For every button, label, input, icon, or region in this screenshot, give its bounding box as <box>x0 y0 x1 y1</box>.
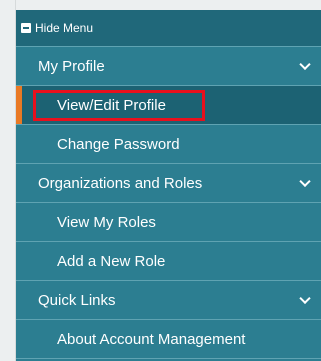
menu-item-change-password[interactable]: Change Password <box>16 125 321 164</box>
section-my-profile[interactable]: My Profile <box>16 47 321 86</box>
menu-item-label: View My Roles <box>57 213 156 231</box>
section-label: Quick Links <box>38 291 116 309</box>
menu-item-add-new-role[interactable]: Add a New Role <box>16 242 321 281</box>
hide-menu-label: Hide Menu <box>35 21 94 35</box>
section-label: Organizations and Roles <box>38 174 203 192</box>
section-label: My Profile <box>38 57 105 75</box>
menu-item-label: Change Password <box>57 135 180 153</box>
menu-item-label: View/Edit Profile <box>57 96 166 114</box>
chevron-down-icon[interactable] <box>299 292 311 305</box>
menu-item-view-my-roles[interactable]: View My Roles <box>16 203 321 242</box>
side-menu: Hide Menu My Profile View/Edit Profile C… <box>16 10 321 361</box>
active-indicator <box>16 86 22 124</box>
section-organizations-and-roles[interactable]: Organizations and Roles <box>16 164 321 203</box>
hide-menu-button[interactable]: Hide Menu <box>16 10 321 47</box>
menu-item-about-account-management[interactable]: About Account Management <box>16 320 321 359</box>
section-quick-links[interactable]: Quick Links <box>16 281 321 320</box>
minus-square-icon <box>21 23 31 33</box>
menu-item-view-edit-profile[interactable]: View/Edit Profile <box>16 86 321 125</box>
menu-item-label: Add a New Role <box>57 252 166 270</box>
page-gutter <box>0 0 16 361</box>
chevron-down-icon[interactable] <box>299 58 311 71</box>
menu-item-label: About Account Management <box>57 330 246 348</box>
chevron-down-icon[interactable] <box>299 175 311 188</box>
